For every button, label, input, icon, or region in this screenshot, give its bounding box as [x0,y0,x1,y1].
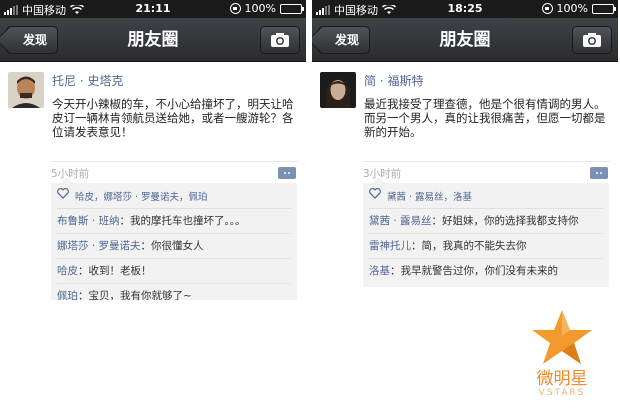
likes-names[interactable]: 黛茜 · 露易丝，洛基 [387,192,472,203]
comment-item[interactable]: 布鲁斯 · 班纳：我的摩托车也撞坏了。。。 [57,209,291,234]
comment-author[interactable]: 布鲁斯 · 班纳 [57,215,120,227]
comment-icon[interactable] [278,167,296,179]
star-logo-icon [532,310,592,364]
comment-author[interactable]: 黛茜 · 露易丝 [369,215,432,227]
avatar[interactable] [8,72,44,108]
watermark-brand: 微明星 [536,369,588,389]
comment-text: 我的摩托车也撞坏了。。。 [130,215,246,227]
status-bar: 中国移动 18:25 100% [312,0,618,18]
moment-post: 托尼 · 史塔克 今天开小辣椒的车，不小心给撞坏了，明天让哈皮订一辆林肯领航员送… [0,62,306,300]
comment-item[interactable]: 哈皮：收到！老板！ [57,259,291,284]
comment-item[interactable]: 佩珀：宝贝，我有你就够了~ [57,284,291,300]
back-button-label: 发现 [23,33,48,47]
camera-icon [271,33,289,47]
rotation-lock-icon [541,3,553,14]
heart-icon [369,188,381,199]
status-bar: 中国移动 21:11 100% [0,0,306,18]
comment-text: 收到！老板！ [88,265,152,277]
post-text: 最近我接受了理查德，他是个很有情调的男人。而另一个男人，真的让我很痛苦，但愿一切… [364,97,606,139]
comment-item[interactable]: 洛基：我早就警告过你，你们没有未来的 [369,259,603,283]
comment-text: 你很懂女人 [151,240,204,252]
comment-text: 简，我真的不能失去你 [421,240,527,252]
comment-item[interactable]: 娜塔莎 · 罗曼诺夫：你很懂女人 [57,234,291,259]
comment-item[interactable]: 黛茜 · 露易丝：好姐妹，你的选择我都支持你 [369,209,603,234]
camera-icon [583,33,601,47]
battery-percent: 100% [556,2,588,15]
comment-author[interactable]: 娜塔莎 · 罗曼诺夫 [57,240,141,252]
battery-icon [280,3,304,14]
likes-names[interactable]: 哈皮，娜塔莎 · 罗曼诺夫，佩珀 [75,192,208,203]
avatar[interactable] [320,72,356,108]
comment-text: 好姐妹，你的选择我都支持你 [442,215,579,227]
comment-author[interactable]: 洛基 [369,265,390,277]
watermark-logo: 微明星 VSTARS [522,308,602,404]
author-name[interactable]: 简 · 福斯特 [364,72,610,89]
phone-screen-left: 中国移动 21:11 100% 发现 朋友圈 托尼 · 史塔克 今天开小辣椒的车… [0,0,306,300]
moment-post: 简 · 福斯特 最近我接受了理查德，他是个很有情调的男人。而另一个男人，真的让我… [312,62,618,287]
comment-panel: 哈皮，娜塔莎 · 罗曼诺夫，佩珀 布鲁斯 · 班纳：我的摩托车也撞坏了。。。 娜… [51,177,297,300]
rotation-lock-icon [229,3,241,14]
back-button-label: 发现 [335,33,360,47]
watermark-sub: VSTARS [538,388,586,398]
comment-author[interactable]: 佩珀 [57,290,78,300]
comment-icon[interactable] [590,167,608,179]
comment-panel: 黛茜 · 露易丝，洛基 黛茜 · 露易丝：好姐妹，你的选择我都支持你 雷神托儿：… [363,177,609,287]
battery-percent: 100% [244,2,276,15]
author-name[interactable]: 托尼 · 史塔克 [52,72,298,89]
comment-author[interactable]: 哈皮 [57,265,78,277]
heart-icon [57,188,69,199]
camera-button[interactable] [260,26,300,54]
likes-row: 哈皮，娜塔莎 · 罗曼诺夫，佩珀 [57,185,291,209]
post-text: 今天开小辣椒的车，不小心给撞坏了，明天让哈皮订一辆林肯领航员送给她，或者一艘游轮… [52,97,294,139]
camera-button[interactable] [572,26,612,54]
phone-screen-right: 中国移动 18:25 100% 发现 朋友圈 简 · 福斯特 最近我接受了理查德… [312,0,618,300]
comment-text: 我早就警告过你，你们没有未来的 [400,265,559,277]
comment-text: 宝贝，我有你就够了~ [88,290,192,300]
likes-row: 黛茜 · 露易丝，洛基 [369,185,603,209]
battery-icon [592,3,616,14]
comment-author[interactable]: 雷神托儿 [369,240,411,252]
nav-bar: 发现 朋友圈 [0,18,306,62]
nav-bar: 发现 朋友圈 [312,18,618,62]
comment-item[interactable]: 雷神托儿：简，我真的不能失去你 [369,234,603,259]
